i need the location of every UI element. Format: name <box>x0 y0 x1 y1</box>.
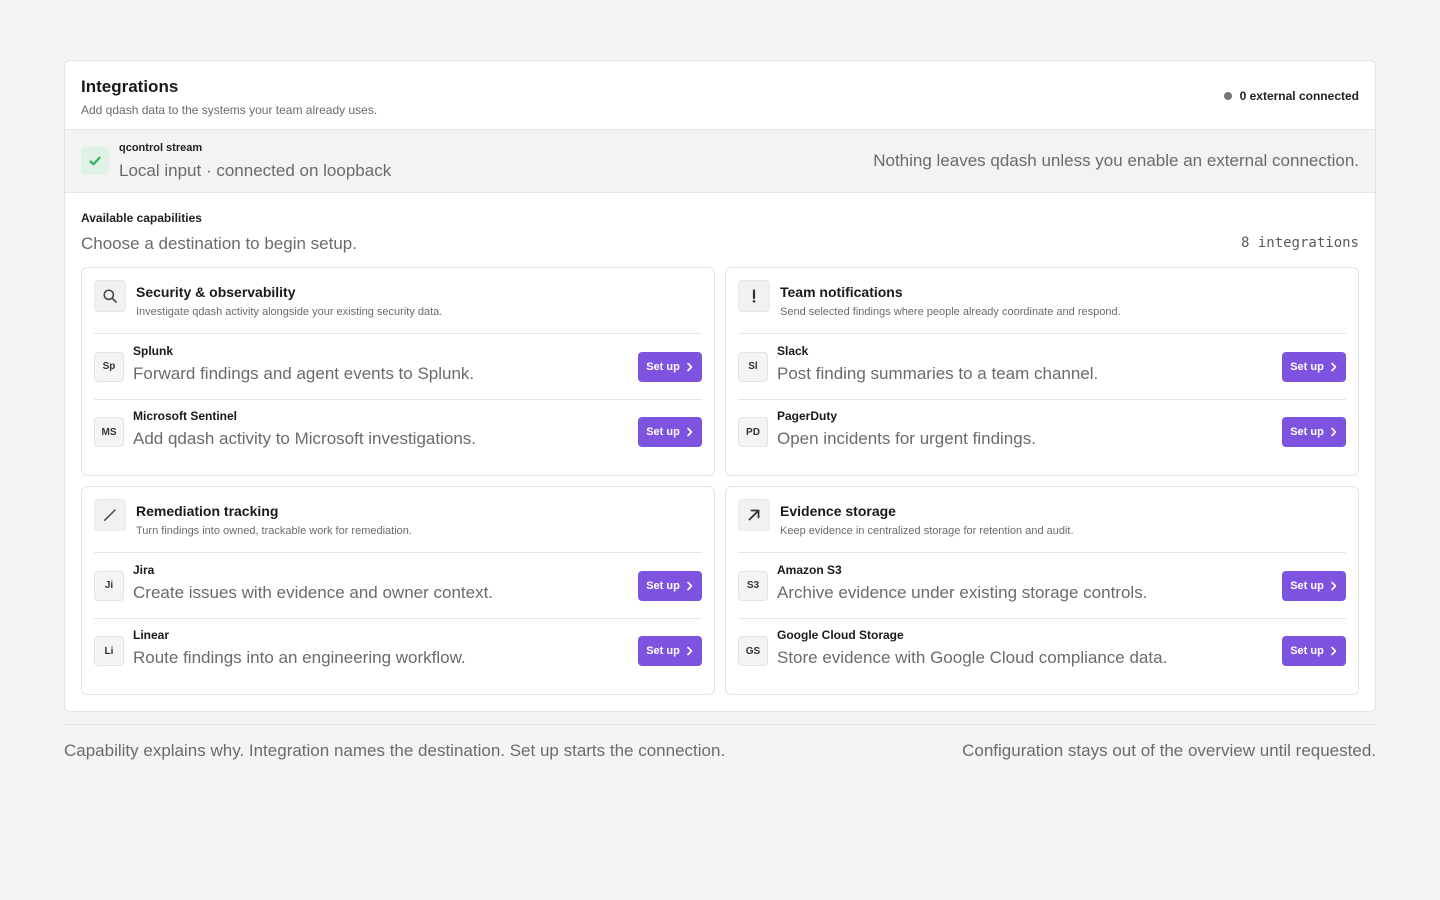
footer-right-note: Configuration stays out of the overview … <box>962 741 1376 760</box>
setup-button-jira[interactable]: Set up <box>638 570 702 601</box>
card-description: Send selected findings where people alre… <box>780 306 1121 318</box>
integration-logo: Sp <box>94 351 124 382</box>
integration-name: Microsoft Sentinel <box>133 409 238 423</box>
capabilities-header: Available capabilities Choose a destinat… <box>65 193 1375 267</box>
integration-logo: Li <box>94 636 124 666</box>
integration-row-jira: Ji Jira Create issues with evidence and … <box>94 553 702 618</box>
integration-description: Store evidence with Google Cloud complia… <box>777 648 1168 667</box>
chevron-right-icon <box>1330 427 1338 437</box>
integration-name: Slack <box>777 343 809 358</box>
capabilities-label: Available capabilities <box>81 211 202 225</box>
card-title: Remediation tracking <box>136 503 279 519</box>
card-description: Investigate qdash activity alongside you… <box>136 306 443 318</box>
capabilities-description: Choose a destination to begin setup. <box>81 234 357 253</box>
setup-button-label: Set up <box>1290 645 1324 657</box>
integration-row-google-cloud-storage: GS Google Cloud Storage Store evidence w… <box>738 618 1346 683</box>
integration-description: Route findings into an engineering workf… <box>133 648 466 667</box>
chevron-right-icon <box>686 581 694 591</box>
setup-button-label: Set up <box>646 360 680 373</box>
card-description: Keep evidence in centralized storage for… <box>780 525 1074 537</box>
card-title: Team notifications <box>780 284 903 300</box>
integrations-panel: Integrations Add qdash data to the syste… <box>64 60 1376 712</box>
chevron-right-icon <box>1330 646 1338 656</box>
integration-logo: Ji <box>94 570 124 601</box>
check-icon <box>81 147 109 175</box>
footer-left-note: Capability explains why. Integration nam… <box>64 741 726 760</box>
setup-button-label: Set up <box>1290 579 1324 592</box>
integration-description: Forward findings and agent events to Spl… <box>133 363 475 383</box>
card-title: Evidence storage <box>780 503 896 519</box>
arrow-up-right-icon <box>738 499 770 531</box>
capability-card-security: Security & observability Investigate qda… <box>81 267 715 476</box>
setup-button-label: Set up <box>646 426 680 438</box>
stream-name: qcontrol stream <box>119 141 203 154</box>
integration-name: Jira <box>133 562 155 577</box>
integration-logo: GS <box>738 636 768 666</box>
capability-card-evidence: Evidence storage Keep evidence in centra… <box>725 486 1359 695</box>
integration-name: Amazon S3 <box>777 562 842 577</box>
setup-button-pagerduty[interactable]: Set up <box>1282 417 1346 447</box>
footer: Capability explains why. Integration nam… <box>64 724 1376 761</box>
setup-button-linear[interactable]: Set up <box>638 636 702 666</box>
setup-button-label: Set up <box>646 579 680 592</box>
integration-name: Google Cloud Storage <box>777 628 904 642</box>
integration-logo: S3 <box>738 570 768 601</box>
card-description: Turn findings into owned, trackable work… <box>136 525 412 537</box>
integration-row-pagerduty: PD PagerDuty Open incidents for urgent f… <box>738 399 1346 464</box>
setup-button-label: Set up <box>646 645 680 657</box>
integrations-count: 8 integrations <box>1240 235 1359 251</box>
integration-row-microsoft-sentinel: MS Microsoft Sentinel Add qdash activity… <box>94 399 702 464</box>
integration-row-slack: Sl Slack Post finding summaries to a tea… <box>738 334 1346 399</box>
setup-button-google-cloud-storage[interactable]: Set up <box>1282 636 1346 666</box>
stream-detail: Local input · connected on loopback <box>119 160 392 180</box>
status-text: 0 external connected <box>1239 89 1359 103</box>
stream-note: Nothing leaves qdash unless you enable a… <box>873 151 1359 170</box>
integration-description: Post finding summaries to a team channel… <box>777 363 1099 383</box>
chevron-right-icon <box>1330 362 1338 372</box>
integration-description: Create issues with evidence and owner co… <box>133 582 494 602</box>
status-dot-icon <box>1223 92 1232 100</box>
integration-row-splunk: Sp Splunk Forward findings and agent eve… <box>94 334 702 399</box>
exclamation-icon <box>738 280 770 312</box>
chevron-right-icon <box>686 646 694 656</box>
setup-button-label: Set up <box>1290 426 1324 438</box>
setup-button-splunk[interactable]: Set up <box>638 351 702 382</box>
integration-name: Splunk <box>133 343 174 358</box>
integration-description: Open incidents for urgent findings. <box>777 429 1036 448</box>
capability-card-remediation: Remediation tracking Turn findings into … <box>81 486 715 695</box>
setup-button-label: Set up <box>1290 360 1324 373</box>
connection-status: 0 external connected <box>1223 89 1359 103</box>
page-subtitle: Add qdash data to the systems your team … <box>81 103 378 117</box>
setup-button-microsoft-sentinel[interactable]: Set up <box>638 417 702 447</box>
setup-button-amazon-s3[interactable]: Set up <box>1282 570 1346 601</box>
integration-logo: PD <box>738 417 768 447</box>
integration-logo: Sl <box>738 351 768 382</box>
integration-row-amazon-s3: S3 Amazon S3 Archive evidence under exis… <box>738 553 1346 618</box>
chevron-right-icon <box>1330 581 1338 591</box>
setup-button-slack[interactable]: Set up <box>1282 351 1346 382</box>
pencil-icon <box>94 499 126 531</box>
chevron-right-icon <box>686 362 694 372</box>
page-title: Integrations <box>81 77 179 96</box>
search-icon <box>94 280 126 312</box>
stream-banner: qcontrol stream Local input · connected … <box>65 130 1375 193</box>
panel-header: Integrations Add qdash data to the syste… <box>65 61 1375 130</box>
chevron-right-icon <box>686 427 694 437</box>
capability-card-notifications: Team notifications Send selected finding… <box>725 267 1359 476</box>
integration-row-linear: Li Linear Route findings into an enginee… <box>94 618 702 683</box>
integration-name: Linear <box>133 628 170 642</box>
integration-logo: MS <box>94 417 124 447</box>
integration-name: PagerDuty <box>777 409 838 423</box>
card-title: Security & observability <box>136 284 296 300</box>
integration-description: Archive evidence under existing storage … <box>777 582 1148 602</box>
capability-grid: Security & observability Investigate qda… <box>81 267 1359 695</box>
integration-description: Add qdash activity to Microsoft investig… <box>133 429 476 448</box>
